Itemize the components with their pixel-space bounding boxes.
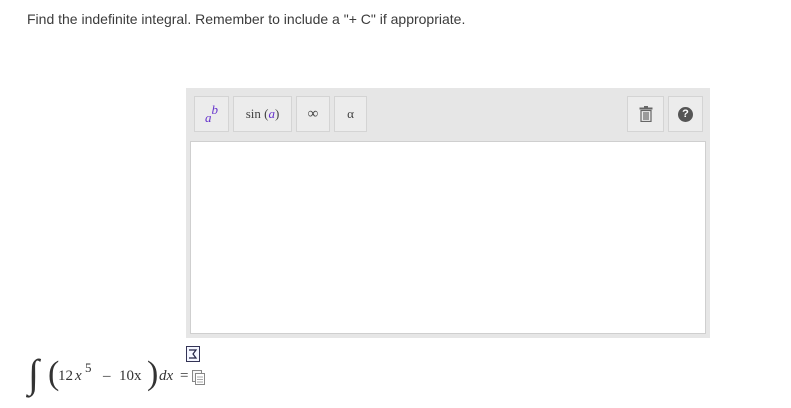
- help-button[interactable]: ?: [668, 96, 703, 132]
- power-exponent: b: [211, 102, 219, 117]
- alpha-symbol: α: [347, 106, 354, 121]
- greek-button[interactable]: α: [334, 96, 367, 132]
- trig-func: sin: [245, 106, 261, 121]
- integral-sign: ∫: [28, 351, 39, 396]
- trash-icon: [639, 106, 652, 122]
- help-icon: ?: [678, 106, 693, 122]
- copy-icon[interactable]: [192, 370, 205, 385]
- answer-input[interactable]: [190, 141, 706, 334]
- mathml-icon[interactable]: [186, 346, 200, 362]
- paren-close: ): [147, 355, 159, 392]
- question-prompt: Find the indefinite integral. Remember t…: [27, 11, 466, 27]
- power-button[interactable]: ab: [194, 96, 229, 132]
- trash-button[interactable]: [627, 96, 664, 132]
- equals-sign: =: [180, 368, 189, 384]
- differential: dx: [159, 368, 174, 384]
- math-editor: ab sin (a) ∞ α ?: [186, 88, 710, 338]
- variable: x: [75, 368, 82, 384]
- trig-close: ): [274, 106, 280, 121]
- minus-operator: –: [103, 368, 111, 384]
- trig-button[interactable]: sin (a): [233, 96, 292, 132]
- term-two: 10x: [119, 368, 142, 384]
- coefficient: 12: [58, 368, 73, 384]
- exponent: 5: [85, 360, 92, 375]
- infinity-button[interactable]: ∞: [296, 96, 330, 132]
- infinity-symbol: ∞: [307, 105, 319, 122]
